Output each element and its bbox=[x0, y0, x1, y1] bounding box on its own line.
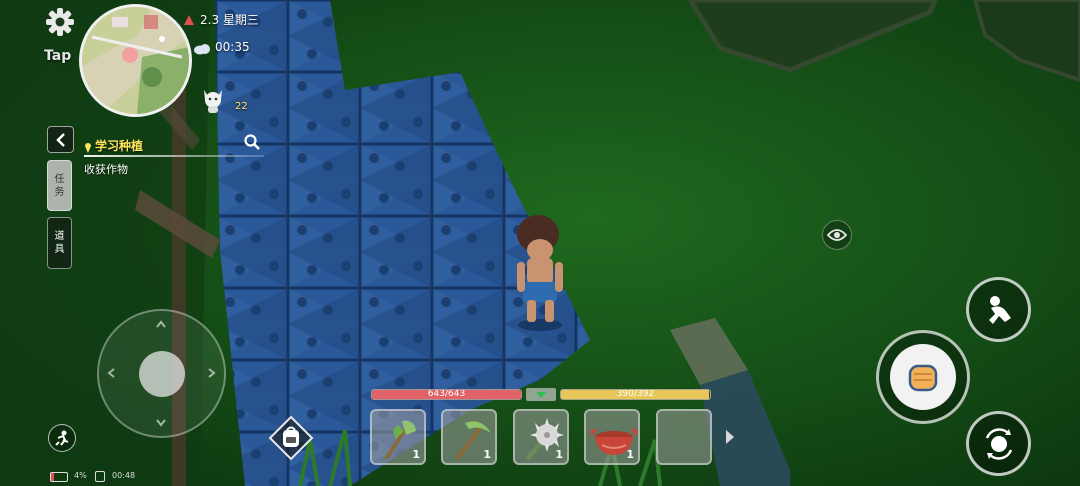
primary-action-button[interactable] bbox=[876, 330, 970, 424]
game-time: 00:35 bbox=[215, 40, 250, 54]
eye-icon bbox=[827, 229, 847, 241]
quest-divider bbox=[84, 155, 264, 157]
cloud-icon bbox=[193, 40, 211, 55]
quest-title[interactable]: 学习种植 bbox=[95, 137, 143, 154]
tab-items[interactable]: 道具 bbox=[47, 217, 72, 269]
battery-icon bbox=[50, 472, 68, 482]
minimap[interactable] bbox=[79, 4, 192, 117]
tab-tasks-label: 任务 bbox=[54, 173, 65, 198]
health-value: 643/643 bbox=[427, 389, 466, 399]
sprint-button[interactable] bbox=[48, 424, 76, 452]
tap-label[interactable]: Tap bbox=[44, 48, 78, 64]
hotbar-slot-1-count: 1 bbox=[412, 448, 420, 461]
battery-percent: 4% bbox=[74, 471, 87, 480]
pet-avatar-icon[interactable] bbox=[199, 84, 227, 114]
roll-icon bbox=[985, 427, 1012, 460]
joystick-arrows-icon bbox=[107, 320, 216, 427]
chevron-right-icon bbox=[726, 430, 734, 444]
chevron-down-icon bbox=[536, 391, 546, 398]
weather-sun-icon bbox=[182, 12, 196, 26]
jump-button[interactable] bbox=[966, 277, 1031, 342]
tab-tasks[interactable]: 任务 bbox=[47, 160, 72, 211]
hotbar-slot-4-count: 1 bbox=[626, 448, 634, 461]
hotbar-slot-3-count: 1 bbox=[555, 448, 563, 461]
stamina-value: 390/392 bbox=[616, 389, 655, 399]
minimap-terrain bbox=[82, 7, 189, 114]
primary-action-inner bbox=[890, 344, 956, 410]
camera-view-button[interactable] bbox=[822, 220, 852, 250]
hotbar-slot-1[interactable]: 1 bbox=[370, 409, 426, 465]
hotbar-slot-2-count: 1 bbox=[483, 448, 491, 461]
stamina-bar: 390/392 bbox=[560, 389, 711, 400]
gear-icon bbox=[46, 8, 74, 36]
movement-joystick[interactable] bbox=[97, 309, 226, 438]
location-pin-icon bbox=[84, 138, 92, 153]
search-icon[interactable] bbox=[243, 133, 261, 151]
quest-subtitle: 收获作物 bbox=[84, 163, 128, 176]
tab-items-label: 道具 bbox=[54, 231, 65, 255]
backpack-button[interactable] bbox=[268, 415, 314, 461]
jump-icon bbox=[988, 295, 1011, 324]
hotbar-slot-5[interactable] bbox=[656, 409, 712, 465]
hotbar-slot-2[interactable]: 1 bbox=[441, 409, 497, 465]
hotbar-slot-3[interactable]: 1 bbox=[513, 409, 569, 465]
player-level: 22 bbox=[235, 101, 248, 112]
collapse-panel-button[interactable] bbox=[47, 126, 74, 153]
settings-button[interactable] bbox=[44, 6, 76, 38]
backpack-icon bbox=[268, 415, 314, 461]
bars-toggle-button[interactable] bbox=[526, 388, 556, 401]
clock-icon bbox=[95, 471, 105, 482]
hotbar-slot-4[interactable]: 1 bbox=[584, 409, 640, 465]
fist-icon bbox=[908, 364, 938, 392]
hotbar-next-button[interactable] bbox=[724, 429, 736, 445]
chevron-left-icon bbox=[55, 132, 65, 147]
date-display: 2.3 星期三 bbox=[200, 13, 259, 27]
running-man-icon bbox=[55, 430, 69, 446]
health-bar: 643/643 bbox=[371, 389, 522, 400]
device-clock: 00:48 bbox=[112, 471, 136, 480]
dodge-roll-button[interactable] bbox=[966, 411, 1031, 476]
